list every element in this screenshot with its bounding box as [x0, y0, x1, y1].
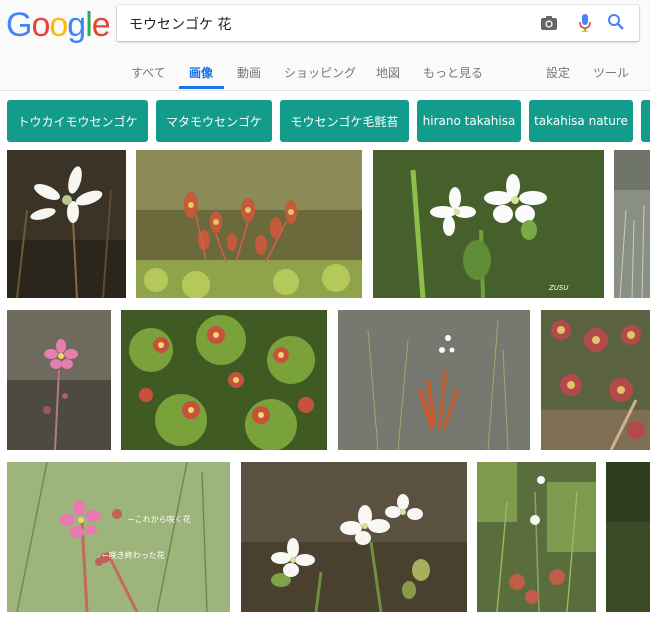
result-image[interactable]	[7, 150, 126, 298]
camera-icon[interactable]	[540, 15, 558, 35]
result-image[interactable]	[121, 310, 327, 450]
header: Google モウセンゴケ 花 すべて 画像 動画 ショッピング 地図 もっと見…	[0, 0, 650, 91]
active-tab-indicator	[179, 86, 224, 89]
chip-related-search[interactable]: hirano takahisa	[417, 100, 521, 142]
logo-letter: g	[67, 6, 86, 44]
result-image[interactable]	[136, 150, 362, 298]
logo-letter: e	[91, 6, 111, 44]
search-box[interactable]: モウセンゴケ 花	[117, 5, 639, 41]
chip-related-search[interactable]: モウセンゴケ毛氈苔	[280, 100, 409, 142]
tab-shopping[interactable]: ショッピング	[284, 64, 356, 81]
tab-maps[interactable]: 地図	[376, 64, 400, 81]
result-image[interactable]	[7, 310, 111, 450]
chip-related-search[interactable]: トウカイモウセンゴケ	[7, 100, 148, 142]
logo-letter: o	[31, 6, 50, 44]
tab-all[interactable]: すべて	[131, 64, 166, 81]
related-search-chips: トウカイモウセンゴケ マタモウセンゴケ モウセンゴケ毛氈苔 hirano tak…	[0, 100, 650, 142]
tab-videos[interactable]: 動画	[237, 64, 261, 81]
tools-link[interactable]: ツール	[593, 64, 629, 81]
chip-related-search[interactable]: マタモウセンゴケ	[156, 100, 272, 142]
annotation-text: ←咲き終わった花	[102, 551, 165, 560]
result-image[interactable]	[606, 462, 650, 612]
tab-images[interactable]: 画像	[189, 64, 213, 81]
logo-letter: G	[6, 6, 32, 44]
result-image[interactable]	[614, 150, 650, 298]
settings-link[interactable]: 設定	[546, 64, 570, 81]
tab-more[interactable]: もっと見る	[423, 64, 483, 81]
search-icon[interactable]	[607, 13, 625, 35]
annotation-text: ←これから咲く花	[128, 515, 191, 524]
google-logo[interactable]: Google	[6, 4, 111, 46]
logo-letter: o	[49, 6, 68, 44]
result-image[interactable]	[338, 310, 530, 450]
mic-icon[interactable]	[578, 13, 592, 37]
chip-related-search-partial[interactable]	[641, 100, 650, 142]
result-image[interactable]: ZUSU	[373, 150, 604, 298]
watermark: ZUSU	[548, 284, 569, 292]
result-image[interactable]: ←これから咲く花 ←咲き終わった花	[7, 462, 230, 612]
result-image[interactable]	[541, 310, 650, 450]
result-image[interactable]	[477, 462, 596, 612]
chip-related-search[interactable]: takahisa nature	[529, 100, 633, 142]
tab-bar: すべて 画像 動画 ショッピング 地図 もっと見る 設定 ツール	[0, 56, 650, 90]
search-input[interactable]: モウセンゴケ 花	[129, 14, 231, 34]
result-image[interactable]	[241, 462, 467, 612]
